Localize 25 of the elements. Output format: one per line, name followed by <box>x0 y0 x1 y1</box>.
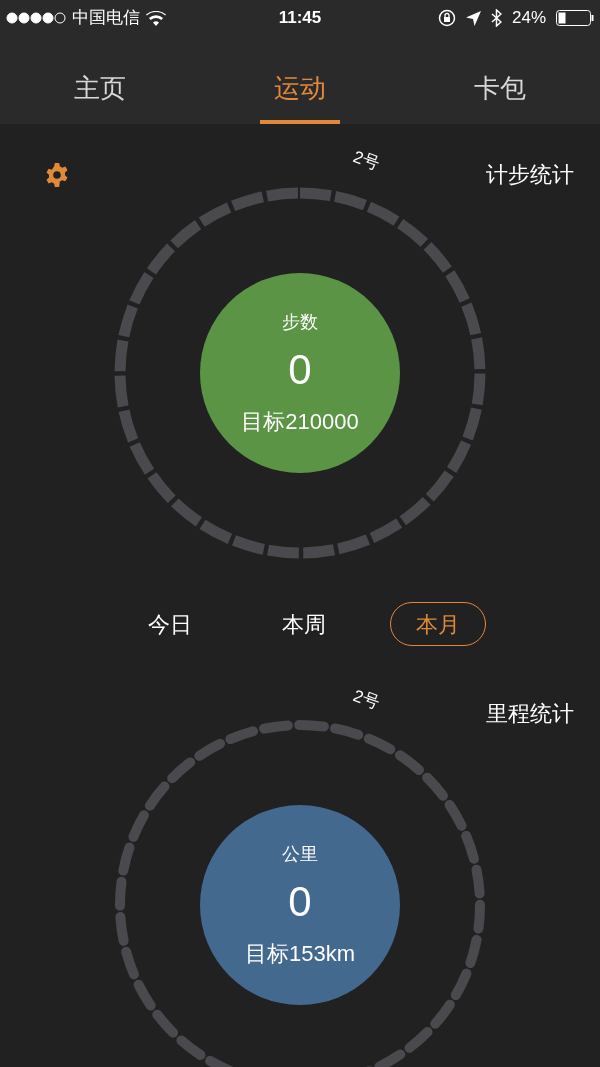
period-tab[interactable]: 今日 <box>122 602 218 646</box>
period-tab[interactable]: 本周 <box>256 602 352 646</box>
nav-tab[interactable]: 主页 <box>0 36 200 124</box>
battery-percent: 24% <box>511 7 546 30</box>
settings-icon[interactable] <box>44 162 70 188</box>
clock: 11:45 <box>277 7 323 30</box>
section-title: 计步统计 <box>486 164 574 186</box>
stat-value: 0 <box>288 349 312 391</box>
bluetooth-icon <box>490 9 502 27</box>
stat-label: 公里 <box>282 845 318 863</box>
day-label: 2号 <box>350 148 382 173</box>
stat-value: 0 <box>288 881 312 923</box>
section-title: 里程统计 <box>486 703 574 725</box>
stat-label: 步数 <box>282 313 318 331</box>
signal-icon <box>6 12 66 24</box>
location-arrow-icon <box>465 10 481 26</box>
day-label: 2号 <box>350 687 382 712</box>
rotation-lock-icon <box>437 9 456 27</box>
goal-text: 目标210000 <box>241 411 359 433</box>
nav-tab[interactable]: 运动 <box>200 36 400 124</box>
carrier-name: 中国电信 <box>72 7 140 30</box>
goal-text: 目标153km <box>244 943 355 965</box>
nav-tab[interactable]: 卡包 <box>400 36 600 124</box>
wifi-icon <box>146 10 166 26</box>
battery-icon <box>556 10 594 26</box>
